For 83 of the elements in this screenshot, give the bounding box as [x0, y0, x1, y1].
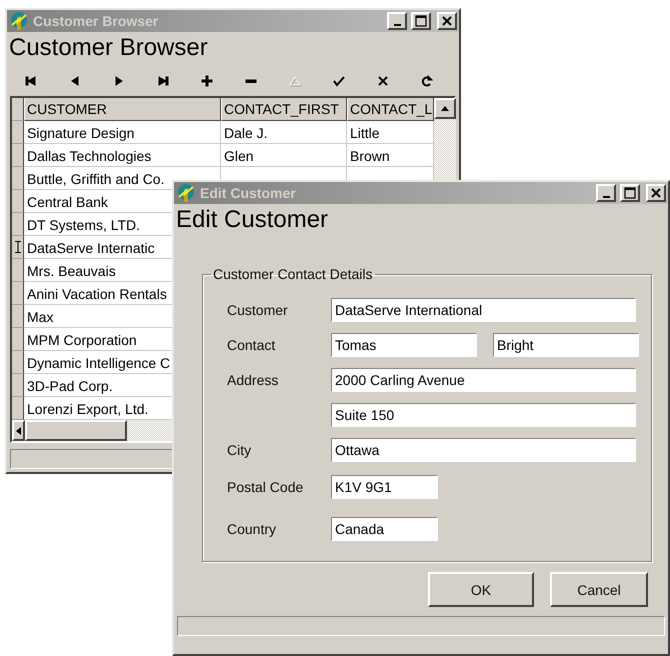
input-field[interactable]: Bright [493, 332, 639, 356]
page-heading: Customer Browser [8, 33, 209, 62]
row-indicator[interactable] [12, 213, 24, 236]
close-button[interactable] [437, 12, 457, 30]
close-icon [377, 75, 389, 87]
maximize-button[interactable] [411, 12, 431, 30]
table-cell: Brown [350, 148, 390, 164]
column-header[interactable]: CONTACT_L [347, 98, 434, 121]
left-arrow-icon [16, 426, 21, 434]
close-icon [651, 188, 661, 198]
field-label: Contact [227, 336, 276, 352]
table-cell: Glen [224, 148, 254, 164]
input-field[interactable]: DataServe International [331, 298, 636, 322]
input-field[interactable]: Suite 150 [331, 402, 636, 426]
maximize-icon [415, 15, 427, 27]
column-header[interactable]: CONTACT_FIRST [221, 98, 347, 121]
row-indicator[interactable] [12, 328, 24, 351]
row-indicator[interactable] [12, 397, 24, 420]
minimize-button[interactable] [596, 184, 616, 202]
row-indicator[interactable] [12, 167, 24, 190]
table-cell: Dynamic Intelligence C [27, 355, 170, 371]
table-cell: Signature Design [27, 125, 134, 141]
input-field[interactable]: Ottawa [331, 438, 636, 462]
window-title: Customer Browser [33, 13, 160, 29]
cancel-button[interactable]: Cancel [550, 572, 648, 607]
previous-record-icon [69, 75, 81, 87]
row-indicator[interactable] [12, 236, 24, 259]
field-label: Country [227, 521, 278, 537]
next-record-icon [113, 75, 125, 87]
table-cell: Anini Vacation Rentals [27, 286, 167, 302]
checkmark-icon [333, 75, 345, 87]
maximize-button[interactable] [620, 184, 640, 202]
row-indicator[interactable] [12, 282, 24, 305]
minimize-icon [394, 24, 400, 26]
field-label: Postal Code [227, 479, 304, 495]
input-field[interactable]: Tomas [331, 332, 477, 356]
app-logo-icon [176, 183, 196, 203]
up-arrow-icon [441, 106, 449, 111]
refresh-icon [421, 75, 433, 87]
first-record-icon [25, 75, 37, 87]
table-cell: Mrs. Beauvais [27, 263, 116, 279]
table-cell: 3D-Pad Corp. [27, 378, 113, 394]
row-indicator[interactable] [12, 305, 24, 328]
scroll-up-button[interactable] [434, 98, 456, 119]
ok-button[interactable]: OK [428, 572, 534, 607]
table-cell: Dallas Technologies [27, 148, 152, 164]
maximize-icon [624, 187, 636, 199]
column-header[interactable]: CUSTOMER [24, 98, 221, 121]
triangle-icon [289, 75, 301, 87]
input-field[interactable]: 2000 Carling Avenue [331, 368, 636, 392]
plus-icon [201, 75, 213, 87]
table-cell: MPM Corporation [27, 332, 137, 348]
text-cursor-icon [14, 241, 20, 253]
row-indicator[interactable] [12, 121, 24, 144]
table-cell: Buttle, Griffith and Co. [27, 171, 164, 187]
scroll-left-button[interactable] [12, 420, 25, 441]
group-title: Customer Contact Details [212, 266, 374, 282]
row-indicator[interactable] [12, 374, 24, 397]
table-cell: Little [350, 125, 380, 141]
field-label: City [227, 442, 252, 458]
table-cell: Central Bank [27, 194, 108, 210]
table-cell: DT Systems, LTD. [27, 217, 140, 233]
table-cell: DataServe Internatic [27, 240, 155, 256]
window-title: Edit Customer [200, 185, 297, 201]
minimize-button[interactable] [387, 12, 407, 30]
table-cell: Lorenzi Export, Ltd. [27, 401, 148, 417]
field-label: Address [227, 372, 280, 388]
row-indicator[interactable] [12, 259, 24, 282]
table-cell: Max [27, 309, 54, 325]
last-record-icon [157, 75, 169, 87]
field-label: Customer [227, 302, 289, 318]
input-field[interactable]: K1V 9G1 [331, 475, 438, 499]
row-indicator[interactable] [12, 190, 24, 213]
app-logo-icon [9, 11, 29, 31]
close-icon [442, 16, 452, 26]
row-indicator[interactable] [12, 351, 24, 374]
table-cell: Dale J. [224, 125, 268, 141]
minimize-icon [602, 196, 610, 198]
page-heading: Edit Customer [175, 205, 330, 234]
close-button[interactable] [646, 184, 666, 202]
input-field[interactable]: Canada [331, 517, 438, 541]
row-indicator[interactable] [12, 144, 24, 167]
scroll-thumb[interactable] [25, 420, 127, 441]
